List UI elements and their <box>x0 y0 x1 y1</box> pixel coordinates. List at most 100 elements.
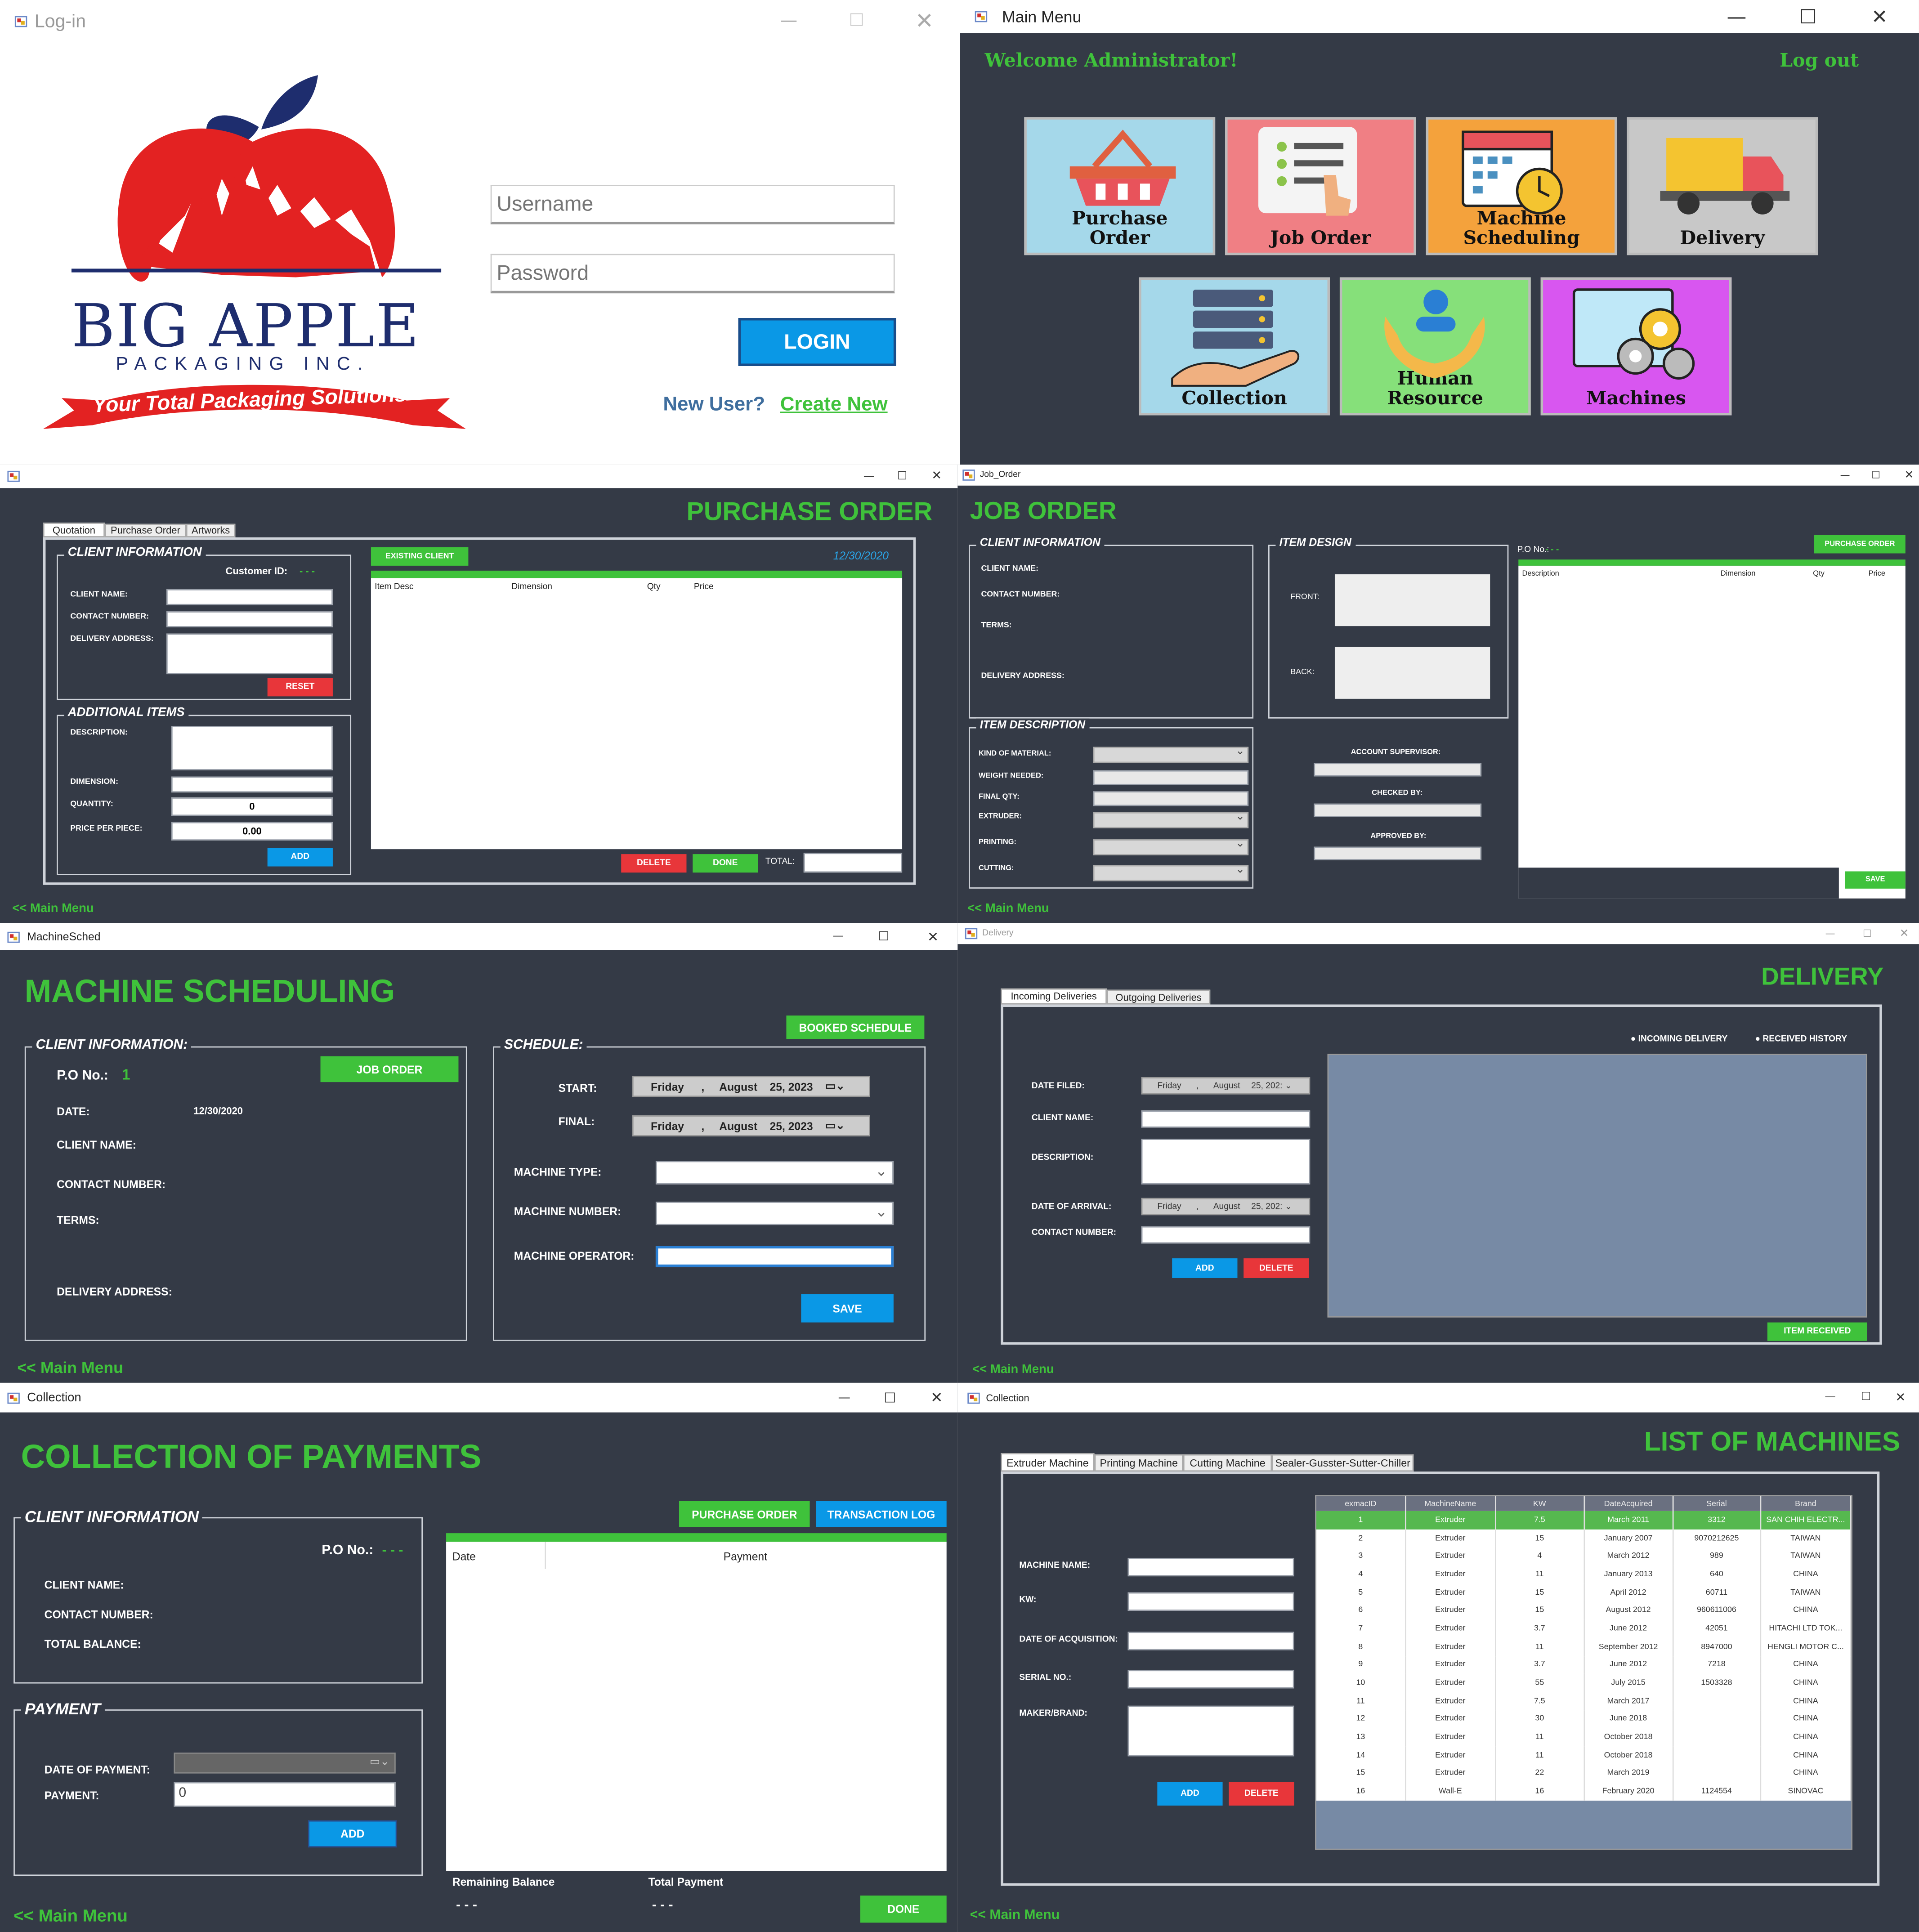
maximize-icon[interactable]: ☐ <box>1789 0 1826 33</box>
save-button[interactable]: SAVE <box>801 1294 894 1323</box>
add-button[interactable]: ADD <box>1157 1782 1223 1806</box>
table-row[interactable]: 6 Extruder 15 August 2012 960611006 CHINA <box>1316 1601 1852 1620</box>
date-filed-picker[interactable]: Friday, August 25, 202: ⌄ <box>1141 1077 1311 1095</box>
table-row[interactable]: 8 Extruder 11 September 2012 8947000 HENGLI M… <box>1316 1637 1852 1656</box>
start-date-picker[interactable]: Friday, August 25, 2023 ▭⌄ <box>632 1076 870 1097</box>
quantity-stepper[interactable]: 0 <box>171 797 333 816</box>
job-order-tile[interactable]: Job Order <box>1225 117 1416 255</box>
table-row[interactable]: 2 Extruder 15 January 2007 9070212625 TAIWAN <box>1316 1529 1852 1547</box>
table-row[interactable]: 7 Extruder 3.7 June 2012 42051 HITACHI LTD TO… <box>1316 1619 1852 1638</box>
tab-extruder-machine[interactable]: Extruder Machine <box>1001 1453 1095 1472</box>
minimize-icon[interactable]: — <box>1818 1383 1843 1413</box>
minimize-icon[interactable]: — <box>857 465 881 488</box>
payment-stepper[interactable]: 0 <box>174 1782 396 1807</box>
delete-button[interactable]: DELETE <box>1229 1782 1294 1806</box>
maximize-icon[interactable]: ☐ <box>1866 465 1886 486</box>
purchase-order-button[interactable]: PURCHASE ORDER <box>679 1501 810 1527</box>
tab-artworks[interactable]: Artworks <box>186 523 236 537</box>
save-button[interactable]: SAVE <box>1845 871 1906 889</box>
main-menu-link[interactable]: << Main Menu <box>967 902 1049 916</box>
table-row[interactable]: 13 Extruder 11 October 2018 CHINA <box>1316 1728 1852 1747</box>
create-new-link[interactable]: Create New <box>780 394 888 416</box>
add-button[interactable]: ADD <box>1172 1258 1238 1278</box>
human-resource-tile[interactable]: Human Resource <box>1339 277 1531 416</box>
minimize-icon[interactable]: — <box>1835 465 1855 486</box>
printing-select[interactable] <box>1093 837 1249 855</box>
client-name-input[interactable] <box>1141 1110 1311 1128</box>
final-qty-input[interactable] <box>1093 791 1249 806</box>
done-button[interactable]: DONE <box>693 854 758 873</box>
delete-button[interactable]: DELETE <box>621 854 687 873</box>
reset-button[interactable]: RESET <box>267 678 333 697</box>
deliveries-grid[interactable] <box>1327 1054 1867 1318</box>
add-item-button[interactable]: ADD <box>267 848 333 867</box>
table-row[interactable]: 12 Extruder 30 June 2018 CHINA <box>1316 1710 1852 1728</box>
date-of-acquisition-input[interactable] <box>1127 1632 1294 1650</box>
front-image[interactable] <box>1334 574 1490 626</box>
logout-link[interactable]: Log out <box>1780 49 1859 72</box>
transaction-log-button[interactable]: TRANSACTION LOG <box>816 1501 947 1527</box>
machine-operator-input[interactable] <box>655 1246 894 1267</box>
back-image[interactable] <box>1334 647 1490 699</box>
maximize-icon[interactable]: ☐ <box>872 923 896 950</box>
table-row[interactable]: 4 Extruder 11 January 2013 640 CHINA <box>1316 1565 1852 1583</box>
main-menu-link[interactable]: << Main Menu <box>12 902 94 916</box>
close-icon[interactable]: ✕ <box>906 0 943 42</box>
machine-name-input[interactable] <box>1127 1557 1294 1577</box>
purchase-order-tile[interactable]: Purchase Order <box>1024 117 1216 255</box>
table-row[interactable]: 15 Extruder 22 March 2019 CHINA <box>1316 1764 1852 1783</box>
close-icon[interactable]: ✕ <box>1894 923 1914 944</box>
maker-brand-input[interactable] <box>1127 1705 1294 1757</box>
incoming-delivery-radio[interactable]: ● INCOMING DELIVERY <box>1631 1035 1728 1044</box>
tab-sealer-gusster[interactable]: Sealer-Gusster-Sutter-Chiller <box>1272 1454 1414 1472</box>
close-icon[interactable]: ✕ <box>924 465 949 488</box>
table-row[interactable]: 14 Extruder 11 October 2018 CHINA <box>1316 1746 1852 1765</box>
extruder-select[interactable] <box>1093 810 1249 828</box>
maximize-icon[interactable]: ☐ <box>1857 923 1877 944</box>
price-stepper[interactable]: 0.00 <box>171 822 333 841</box>
dimension-input[interactable] <box>171 776 333 793</box>
main-menu-link[interactable]: << Main Menu <box>972 1363 1054 1377</box>
date-of-arrival-picker[interactable]: Friday, August 25, 202: ⌄ <box>1141 1198 1311 1216</box>
machines-grid[interactable]: exmacID MachineName KW DateAcquired Seri… <box>1315 1495 1852 1850</box>
table-row[interactable]: 3 Extruder 4 March 2012 989 TAIWAN <box>1316 1547 1852 1565</box>
weight-needed-input[interactable] <box>1093 770 1249 785</box>
username-input[interactable] <box>490 185 895 224</box>
machine-number-select[interactable]: ⌄ <box>655 1201 894 1225</box>
job-items-table[interactable]: Description Dimension Qty Price <box>1518 565 1906 899</box>
close-icon[interactable]: ✕ <box>1888 1383 1913 1413</box>
delivery-address-input[interactable] <box>166 633 333 675</box>
table-row[interactable]: 16 Wall-E 16 February 2020 1124554 SINOVAC <box>1316 1782 1852 1801</box>
table-row[interactable]: 5 Extruder 15 April 2012 60711 TAIWAN <box>1316 1583 1852 1602</box>
kw-input[interactable] <box>1127 1592 1294 1611</box>
kind-of-material-select[interactable] <box>1093 744 1249 763</box>
maximize-icon[interactable]: ☐ <box>1854 1383 1879 1413</box>
description-input[interactable] <box>1141 1139 1311 1185</box>
purchase-order-button[interactable]: PURCHASE ORDER <box>1814 535 1906 554</box>
delete-button[interactable]: DELETE <box>1244 1258 1309 1278</box>
job-order-button[interactable]: JOB ORDER <box>320 1056 459 1082</box>
table-row[interactable]: 9 Extruder 3.7 June 2012 7218 CHINA <box>1316 1655 1852 1674</box>
collection-tile[interactable]: Collection <box>1139 277 1330 416</box>
existing-client-button[interactable]: EXISTING CLIENT <box>371 547 469 566</box>
minimize-icon[interactable]: — <box>770 0 807 42</box>
close-icon[interactable]: ✕ <box>924 1383 949 1413</box>
booked-schedule-button[interactable]: BOOKED SCHEDULE <box>786 1015 925 1039</box>
approved-by-input[interactable] <box>1314 846 1482 860</box>
checked-by-input[interactable] <box>1314 803 1482 817</box>
account-supervisor-input[interactable] <box>1314 763 1482 777</box>
minimize-icon[interactable]: — <box>1821 923 1840 944</box>
minimize-icon[interactable]: — <box>1718 0 1755 33</box>
main-menu-link[interactable]: << Main Menu <box>970 1908 1060 1923</box>
table-row[interactable]: 10 Extruder 55 July 2015 1503328 CHINA <box>1316 1674 1852 1692</box>
maximize-icon[interactable]: ☐ <box>838 0 875 42</box>
items-table[interactable]: Item Desc Dimension Qty Price <box>371 578 903 850</box>
contact-number-input[interactable] <box>166 611 333 627</box>
delivery-tile[interactable]: Delivery <box>1627 117 1818 255</box>
tab-cutting-machine[interactable]: Cutting Machine <box>1183 1454 1272 1472</box>
cutting-select[interactable] <box>1093 863 1249 881</box>
tab-quotation[interactable]: Quotation <box>43 522 105 537</box>
maximize-icon[interactable]: ☐ <box>877 1383 902 1413</box>
close-icon[interactable]: ✕ <box>1899 465 1919 486</box>
main-menu-link[interactable]: << Main Menu <box>13 1905 128 1925</box>
